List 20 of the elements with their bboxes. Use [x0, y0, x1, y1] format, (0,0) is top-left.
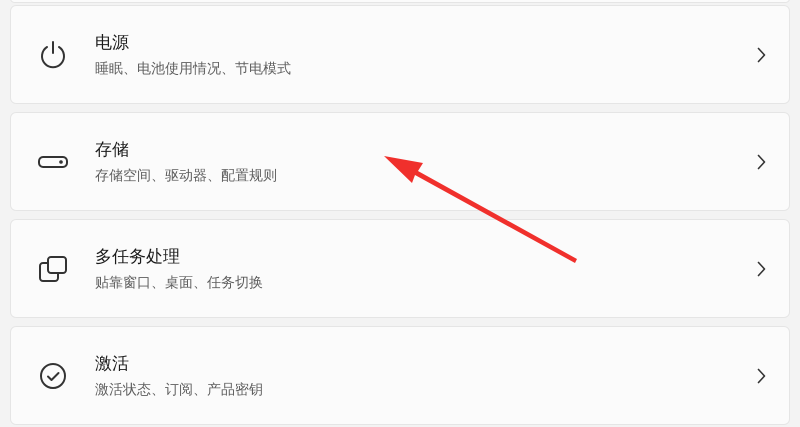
item-title: 激活: [95, 352, 129, 374]
chevron-right-icon: [756, 154, 766, 170]
drive-icon: [38, 156, 68, 168]
item-description: 贴靠窗口、桌面、任务切换: [95, 274, 263, 292]
item-description: 激活状态、订阅、产品密钥: [95, 380, 263, 398]
chevron-right-icon: [756, 260, 766, 276]
settings-card[interactable]: 存储 存储空间、驱动器、配置规则: [10, 112, 790, 211]
item-title: 存储: [95, 138, 129, 160]
settings-card[interactable]: 激活 激活状态、订阅、产品密钥: [10, 326, 790, 425]
settings-card[interactable]: 多任务处理 贴靠窗口、桌面、任务切换: [10, 219, 790, 318]
checkmark-circle-icon: [39, 362, 67, 390]
item-description: 睡眠、电池使用情况、节电模式: [95, 60, 291, 78]
windows-icon: [38, 254, 68, 282]
settings-card[interactable]: 电源 睡眠、电池使用情况、节电模式: [10, 5, 790, 104]
chevron-right-icon: [756, 368, 766, 384]
item-title: 电源: [95, 32, 129, 54]
item-description: 存储空间、驱动器、配置规则: [95, 166, 277, 184]
item-title: 多任务处理: [95, 246, 180, 268]
power-icon: [39, 40, 67, 70]
chevron-right-icon: [756, 46, 766, 62]
